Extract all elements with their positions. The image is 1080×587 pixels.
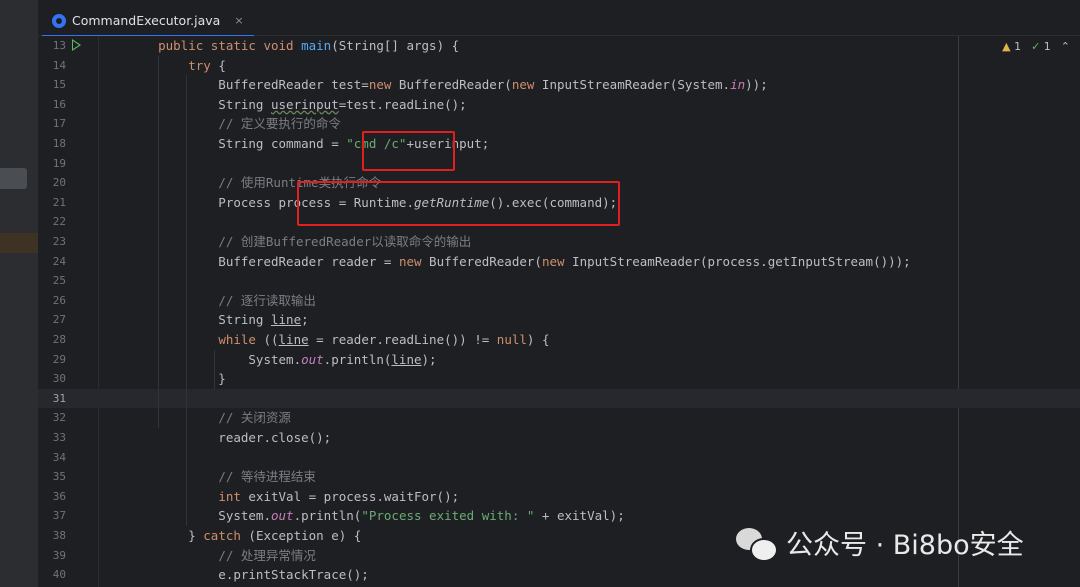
line-number[interactable]: 14	[38, 56, 66, 76]
indent-guide	[186, 75, 187, 526]
line-number[interactable]: 19	[38, 154, 66, 174]
code-text[interactable]: // 逐行读取输出	[128, 291, 316, 311]
code-editor[interactable]: 13 public static void main(String[] args…	[38, 36, 1080, 587]
code-text[interactable]: }	[128, 369, 226, 389]
warning-icon: ▲	[1002, 40, 1011, 53]
code-text[interactable]: public static void main(String[] args) {	[128, 36, 459, 56]
tab-filename: CommandExecutor.java	[72, 13, 221, 28]
check-count[interactable]: ✓ 1	[1031, 40, 1051, 53]
code-line[interactable]: 36 int exitVal = process.waitFor();	[38, 487, 1080, 507]
inspection-widget[interactable]: ▲ 1 ✓ 1 ⌃	[1002, 40, 1070, 53]
code-line[interactable]: 18 String command = "cmd /c"+userinput;	[38, 134, 1080, 154]
line-number[interactable]: 38	[38, 526, 66, 546]
code-text[interactable]: BufferedReader reader = new BufferedRead…	[128, 252, 910, 272]
code-text[interactable]: } catch (Exception e) {	[128, 526, 361, 546]
code-line[interactable]: 17 // 定义要执行的命令	[38, 114, 1080, 134]
check-icon: ✓	[1031, 40, 1041, 53]
code-line[interactable]: 32 // 关闭资源	[38, 408, 1080, 428]
editor-tab[interactable]: CommandExecutor.java ×	[42, 6, 254, 37]
code-text[interactable]: String userinput=test.readLine();	[128, 95, 466, 115]
line-number[interactable]: 24	[38, 252, 66, 272]
line-number[interactable]: 23	[38, 232, 66, 252]
line-number[interactable]: 34	[38, 448, 66, 468]
watermark-text: 公众号 · Bi8bo安全	[786, 530, 1024, 561]
code-line[interactable]: 23 // 创建BufferedReader以读取命令的输出	[38, 232, 1080, 252]
code-line[interactable]: 30 }	[38, 369, 1080, 389]
code-line[interactable]: 26 // 逐行读取输出	[38, 291, 1080, 311]
line-number[interactable]: 16	[38, 95, 66, 115]
code-line[interactable]: 15 BufferedReader test=new BufferedReade…	[38, 75, 1080, 95]
line-number[interactable]: 32	[38, 408, 66, 428]
line-number[interactable]: 39	[38, 546, 66, 566]
editor-tab-bar: CommandExecutor.java ×	[38, 0, 1080, 37]
code-text[interactable]: // 处理异常情况	[128, 546, 316, 566]
indent-guide	[158, 55, 159, 428]
line-number[interactable]: 33	[38, 428, 66, 448]
indent-guide	[214, 349, 215, 389]
code-line[interactable]: 19	[38, 154, 1080, 174]
line-number[interactable]: 29	[38, 350, 66, 370]
line-number[interactable]: 28	[38, 330, 66, 350]
line-number[interactable]: 22	[38, 212, 66, 232]
code-text[interactable]: reader.close();	[128, 428, 331, 448]
line-number[interactable]: 25	[38, 271, 66, 291]
code-line[interactable]: 25	[38, 271, 1080, 291]
warning-count[interactable]: ▲ 1	[1002, 40, 1021, 53]
code-text[interactable]: int exitVal = process.waitFor();	[128, 487, 459, 507]
code-text[interactable]: System.out.println("Process exited with:…	[128, 506, 624, 526]
line-number[interactable]: 26	[38, 291, 66, 311]
line-number[interactable]: 40	[38, 565, 66, 585]
code-line[interactable]: 33 reader.close();	[38, 428, 1080, 448]
line-number[interactable]: 35	[38, 467, 66, 487]
code-line[interactable]: 31	[38, 388, 1080, 409]
line-number[interactable]: 20	[38, 173, 66, 193]
highlight-box-userinput	[362, 131, 455, 171]
tool-window-strip	[0, 0, 38, 587]
code-text[interactable]: BufferedReader test=new BufferedReader(n…	[128, 75, 767, 95]
line-number[interactable]: 18	[38, 134, 66, 154]
wechat-logo-icon	[736, 526, 778, 562]
line-number[interactable]: 13	[38, 36, 66, 56]
code-line[interactable]: 40 e.printStackTrace();	[38, 565, 1080, 585]
tool-window-highlight	[0, 233, 38, 253]
chevron-up-icon[interactable]: ⌃	[1061, 40, 1070, 53]
line-number[interactable]: 27	[38, 310, 66, 330]
line-number[interactable]: 36	[38, 487, 66, 507]
code-line[interactable]: 28 while ((line = reader.readLine()) != …	[38, 330, 1080, 350]
line-number[interactable]: 30	[38, 369, 66, 389]
code-text[interactable]: // 等待进程结束	[128, 467, 316, 487]
line-number[interactable]: 31	[38, 389, 66, 409]
code-text[interactable]: while ((line = reader.readLine()) != nul…	[128, 330, 549, 350]
line-number[interactable]: 15	[38, 75, 66, 95]
code-line[interactable]: 14 try {	[38, 56, 1080, 76]
code-line[interactable]: 35 // 等待进程结束	[38, 467, 1080, 487]
code-line[interactable]: 16 String userinput=test.readLine();	[38, 95, 1080, 115]
code-text[interactable]: // 创建BufferedReader以读取命令的输出	[128, 232, 471, 252]
code-line[interactable]: 29 System.out.println(line);	[38, 350, 1080, 370]
code-text[interactable]: try {	[128, 56, 226, 76]
tool-window-button[interactable]	[0, 168, 27, 189]
line-number[interactable]: 37	[38, 506, 66, 526]
line-number[interactable]: 17	[38, 114, 66, 134]
code-text[interactable]: // 关闭资源	[128, 408, 291, 428]
code-text[interactable]: System.out.println(line);	[128, 350, 436, 370]
code-text[interactable]: String line;	[128, 310, 308, 330]
code-text[interactable]: // 定义要执行的命令	[128, 114, 341, 134]
line-number[interactable]: 21	[38, 193, 66, 213]
tab-close-icon[interactable]: ×	[234, 14, 243, 27]
highlight-box-exec	[297, 181, 620, 226]
code-line[interactable]: 27 String line;	[38, 310, 1080, 330]
code-line[interactable]: 13 public static void main(String[] args…	[38, 36, 1080, 56]
code-text[interactable]: e.printStackTrace();	[128, 565, 369, 585]
run-icon[interactable]	[72, 39, 81, 51]
code-line[interactable]: 24 BufferedReader reader = new BufferedR…	[38, 252, 1080, 272]
java-class-icon	[52, 13, 66, 28]
code-line[interactable]: 34	[38, 448, 1080, 468]
wechat-watermark: 公众号 · Bi8bo安全	[736, 523, 1024, 562]
